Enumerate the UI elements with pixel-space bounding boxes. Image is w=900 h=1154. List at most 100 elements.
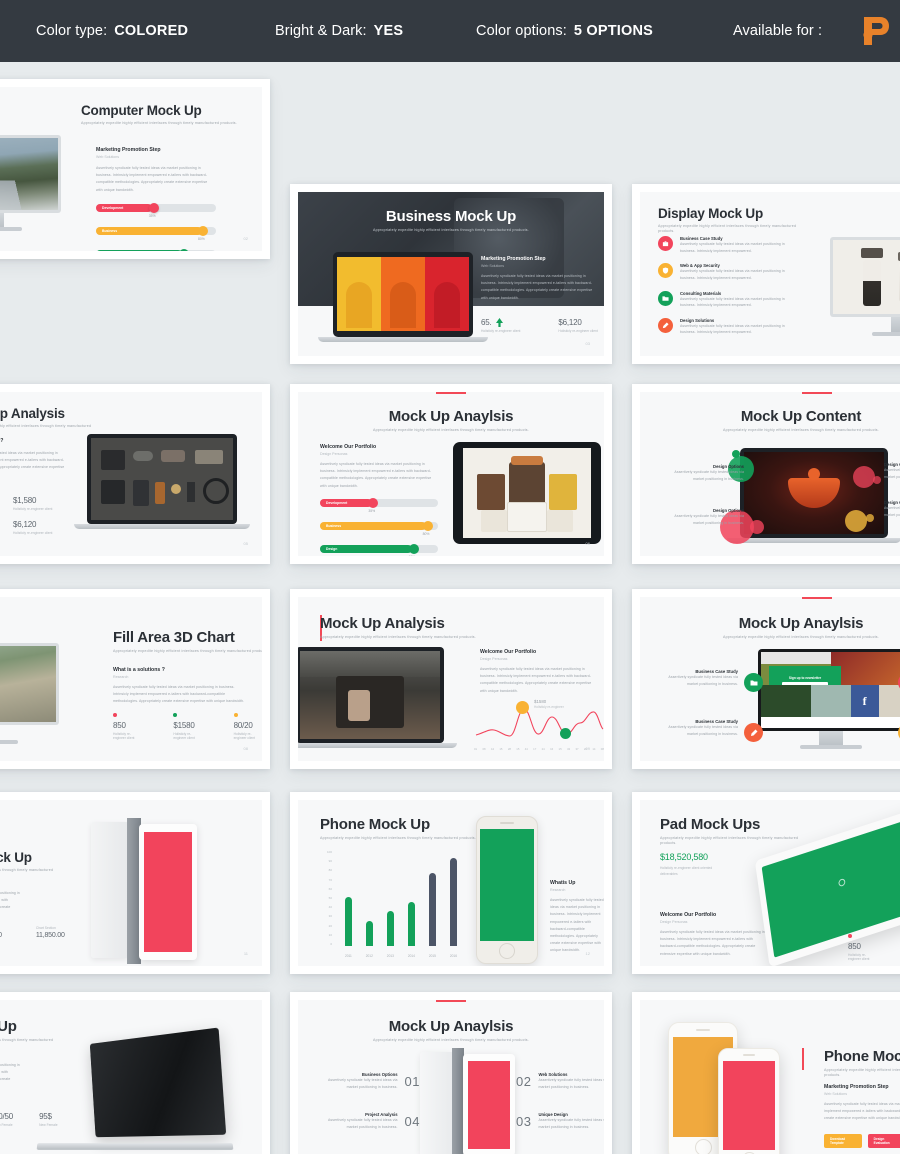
stat-caption: Holisticly re-engineer client (234, 732, 262, 740)
slide-card-mock-up-anaylsis-tablet[interactable]: Mock Up Anaylsis Appropriately expedite … (290, 384, 612, 564)
stat-list: 850 Holisticly re-engineer client $1580 … (848, 934, 900, 961)
section-title: What is a solutions ? (0, 878, 25, 884)
slide-card-fill-area-3d-chart[interactable]: Fill Area 3D Chart Appropriately expedit… (0, 589, 270, 769)
slide-title: Mock Up Analysis (0, 406, 103, 421)
step-number: 03 (516, 1114, 531, 1129)
x-tick: 01 (474, 747, 477, 751)
accent-tick (802, 392, 832, 394)
bubble-yellow-small (866, 514, 874, 522)
slide-card-display-mock-up[interactable]: Display Mock Up Appropriately expedite h… (632, 184, 900, 364)
stat-item: $1580 Holisticly re-engineer client (173, 713, 201, 740)
design-evaluation-button[interactable]: Design Evaluation (868, 1134, 900, 1148)
iphone-mockup (476, 816, 538, 964)
bar-item (429, 874, 436, 946)
y-tick: 80 (318, 868, 332, 872)
stat-value: 850 (848, 942, 877, 951)
iphone-mockup-small (718, 1048, 780, 1154)
stat-list: 850 Holisticly re-engineer client $1580 … (113, 713, 262, 740)
slide-card-computer-mock-up[interactable]: Computer Mock Up Appropriately expedite … (0, 79, 270, 259)
section-body: Assertively syndicate fully tested ideas… (660, 929, 768, 958)
section-title: Welcome Our Portfolio (660, 912, 770, 918)
x-tick: 2011 (345, 954, 352, 958)
section-body: Assertively syndicate fully tested ideas… (550, 897, 604, 954)
slide-card-phone-mock-up-duo[interactable]: Phone Mock Up Appropriately expedite hig… (632, 992, 900, 1154)
bar-percent: 60% (409, 555, 439, 556)
stat-caption: New Female (39, 1123, 58, 1127)
stat-value: $6,120 (13, 520, 52, 529)
x-tick: 2012 (366, 954, 373, 958)
bright-dark-value: YES (374, 23, 404, 39)
imac-mockup (830, 237, 900, 336)
progress-bar-list: Development 35% Business 80% (96, 204, 216, 251)
feature-item[interactable]: Web & App Security Assertively syndicate… (658, 263, 808, 281)
stat-caption: Holisticly re-engineer client (13, 507, 52, 511)
folder-icon (658, 291, 673, 306)
topbar-item-bright-dark: Bright & Dark: YES (275, 23, 403, 39)
slide-card-book-mock-up[interactable]: Book Mock Up Appropriately expedite high… (0, 992, 270, 1154)
feature-body: Assertively syndicate fully tested ideas… (680, 268, 792, 281)
page-number: 02 (244, 236, 248, 241)
laptop-mockup (87, 434, 237, 529)
ipad-mockup (453, 442, 601, 544)
slide-card-mock-up-anaylsis-steps[interactable]: Mock Up Anaylsis Appropriately expedite … (290, 992, 612, 1154)
section-title: What is a solutions ? (113, 667, 253, 673)
step-item: 02 Web Solutions Assertively syndicate f… (516, 1072, 604, 1091)
slide-card-mock-up-analysis-line[interactable]: Mock Up Analysis Appropriately expedite … (290, 589, 612, 769)
pen-icon (658, 318, 673, 333)
section-subtitle: Web Solutions (824, 1092, 900, 1096)
bar-chart-bars (338, 850, 464, 946)
bar-label: Development (326, 501, 347, 505)
step-number: 02 (516, 1074, 531, 1089)
slide-card-business-mock-up-pad[interactable]: Business Mock Up Appropriately expedite … (0, 792, 270, 974)
download-template-button[interactable]: Download Template (824, 1134, 862, 1148)
callout-item: Design Options Assertively syndicate ful… (884, 500, 900, 519)
bar-percent: 35% (368, 509, 438, 513)
line-chart-svg (474, 703, 604, 743)
progress-bar-item: Business 80% (320, 522, 438, 536)
feature-body: Assertively syndicate fully tested ideas… (680, 323, 792, 336)
briefcase-icon (658, 236, 673, 251)
slide-title: Mock Up Content (640, 408, 900, 425)
slide-title: Business Mock Up (0, 850, 65, 865)
slide-card-phone-mock-up-chart[interactable]: Phone Mock Up Appropriately expedite hig… (290, 792, 612, 974)
slide-card-mock-up-anaylsis-imac[interactable]: Mock Up Anaylsis Appropriately expedite … (632, 589, 900, 769)
accent-tick (436, 1000, 466, 1002)
y-tick: 90 (318, 859, 332, 863)
y-tick: 20 (318, 924, 332, 928)
bar-label: Business (326, 524, 341, 528)
callout-item: Design Options Assertively syndicate ful… (666, 508, 744, 527)
section-title: Marketing Promotion Step (481, 256, 601, 262)
laptop-mockup (298, 647, 444, 748)
feature-body: Assertively syndicate fully tested ideas… (680, 241, 792, 254)
feature-item[interactable]: Consulting Materials Assertively syndica… (658, 291, 808, 309)
slide-title: Business Mock Up (298, 208, 604, 225)
slide-card-mock-up-content[interactable]: Mock Up Content Appropriately expedite h… (632, 384, 900, 564)
bar-label: Business (102, 229, 117, 233)
section-body: Assertively syndicate fully tested ideas… (0, 890, 23, 919)
feature-item[interactable]: Design Solutions Assertively syndicate f… (658, 318, 808, 336)
step-item: Project Analysis Assertively syndicate f… (320, 1112, 420, 1131)
slide-title: Phone Mock Up (824, 1048, 900, 1065)
topbar-item-color-type: Color type: COLORED (36, 23, 188, 39)
y-tick: 60 (318, 887, 332, 891)
accent-tick (436, 392, 466, 394)
stat-caption: Holisticly re-engineer client (848, 953, 877, 961)
y-tick: 100 (318, 850, 332, 854)
callout-item: Business Case Study Assertively syndicat… (660, 669, 738, 688)
stat-item: $1,580 Holisticly re-engineer client (13, 496, 52, 511)
screen-product-photo (833, 240, 900, 314)
section-subtitle: Design Personas (660, 920, 770, 924)
slide-subtitle: Appropriately expedite highly efficient … (320, 836, 480, 841)
progress-bar-item: Design 60% (320, 545, 438, 556)
ipad-screen-red (144, 832, 192, 952)
section-title: Marketing Promotion Step (824, 1084, 900, 1090)
section-subtitle: Web Solutions (96, 155, 216, 159)
laptop-angled-mockup (85, 1036, 221, 1136)
slide-card-business-mock-up[interactable]: Business Mock Up Appropriately expedite … (290, 184, 612, 364)
progress-bar-item: Business 80% (96, 227, 216, 241)
slide-card-pad-mock-ups[interactable]: Pad Mock Ups Appropriately expedite high… (632, 792, 900, 974)
slide-title: Phone Mock Up (320, 816, 480, 833)
feature-item[interactable]: Business Case Study Assertively syndicat… (658, 236, 808, 254)
slide-card-mock-up-analysis-gear[interactable]: Mock Up Analysis Appropriately expedite … (0, 384, 270, 564)
stat-item: 850 Holisticly re-engineer client (848, 934, 877, 961)
